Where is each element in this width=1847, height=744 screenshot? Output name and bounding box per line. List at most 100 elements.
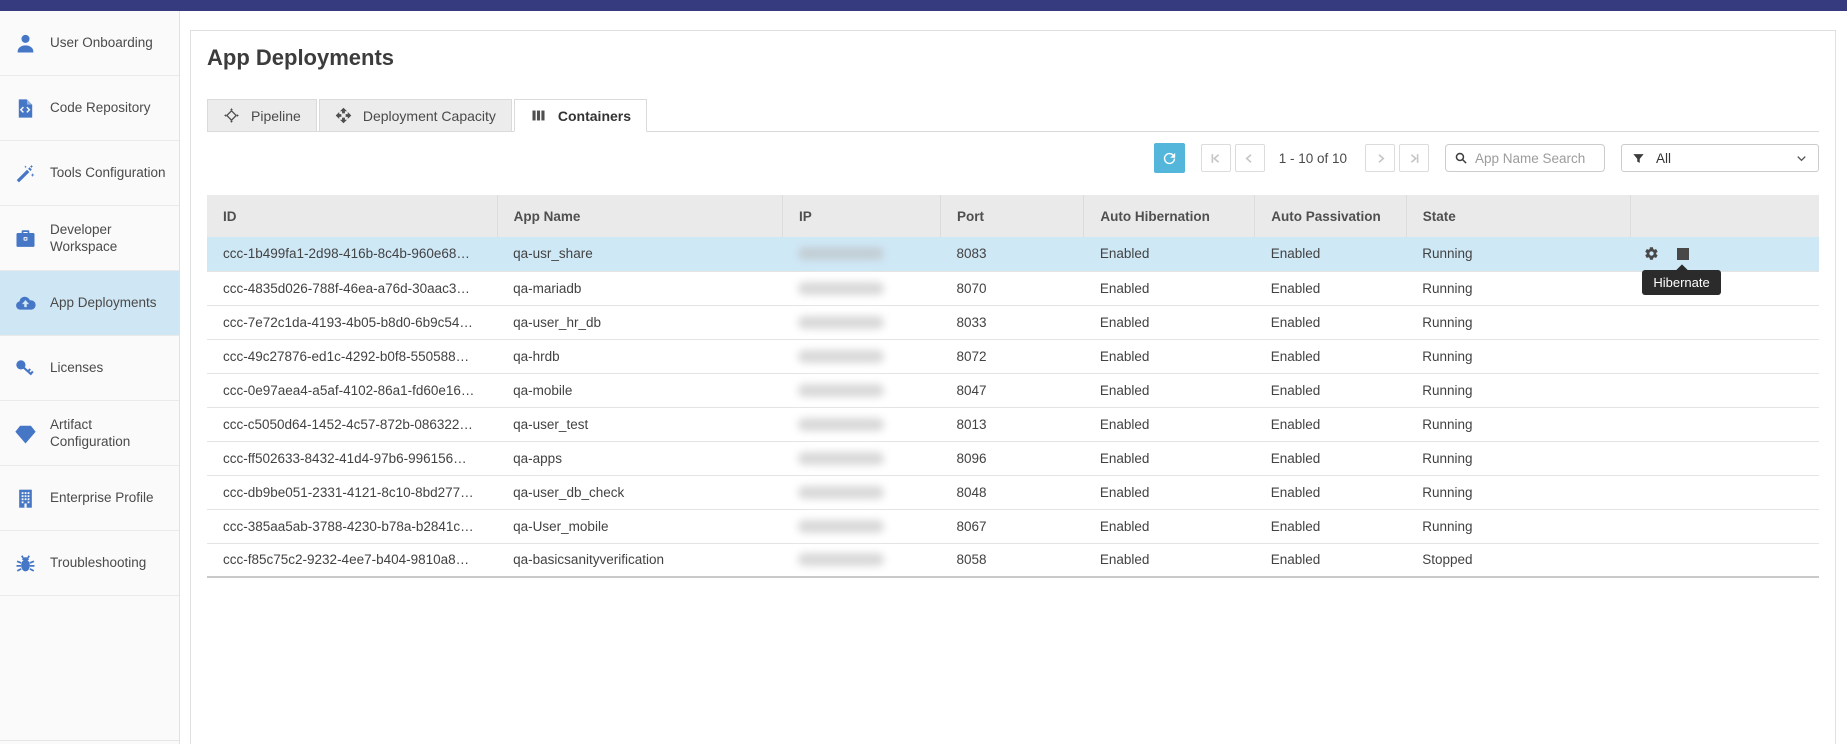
cell-auto-passivation: Enabled — [1255, 441, 1407, 475]
sidebar-item-enterprise-profile[interactable]: Enterprise Profile — [0, 466, 179, 531]
table-toolbar: 1 - 10 of 10 All — [207, 143, 1819, 173]
sidebar-item-tools-configuration[interactable]: Tools Configuration — [0, 141, 179, 206]
cell-state: Running — [1406, 407, 1630, 441]
cell-app-name: qa-user_db_check — [497, 475, 782, 509]
sidebar-item-app-deployments[interactable]: App Deployments — [0, 271, 179, 336]
cell-port: 8067 — [940, 509, 1083, 543]
sidebar-item-artifact-configuration[interactable]: Artifact Configuration — [0, 401, 179, 466]
bug-icon — [14, 552, 37, 575]
settings-gear-icon[interactable] — [1644, 246, 1659, 261]
cell-ip — [782, 271, 940, 305]
table-row[interactable]: ccc-c5050d64-1452-4c57-872b-086322… qa-u… — [207, 407, 1819, 441]
cell-app-name: qa-basicsanityverification — [497, 543, 782, 577]
cell-state: Running — [1406, 509, 1630, 543]
building-icon — [14, 487, 37, 510]
cell-port: 8013 — [940, 407, 1083, 441]
first-page-button[interactable] — [1201, 144, 1231, 172]
magic-wand-icon — [14, 162, 37, 185]
cell-auto-hibernation: Enabled — [1084, 407, 1255, 441]
cell-auto-hibernation: Enabled — [1084, 441, 1255, 475]
cell-ip — [782, 339, 940, 373]
next-page-button[interactable] — [1365, 144, 1395, 172]
sidebar-item-label: Artifact Configuration — [50, 416, 169, 451]
ip-redacted-value — [798, 486, 884, 499]
diamond-icon — [14, 422, 37, 445]
cell-state: Running — [1406, 441, 1630, 475]
refresh-button[interactable] — [1154, 143, 1185, 173]
pipeline-icon — [223, 107, 240, 124]
cell-actions — [1630, 373, 1819, 407]
cell-port: 8083 — [940, 237, 1083, 271]
table-row[interactable]: ccc-1b499fa1-2d98-416b-8c4b-960e68… qa-u… — [207, 237, 1819, 271]
cell-id: ccc-1b499fa1-2d98-416b-8c4b-960e68… — [207, 237, 497, 271]
column-header-id: ID — [207, 195, 497, 237]
move-arrows-icon — [335, 107, 352, 124]
cell-auto-passivation: Enabled — [1255, 373, 1407, 407]
table-row[interactable]: ccc-ff502633-8432-41d4-97b6-996156… qa-a… — [207, 441, 1819, 475]
cell-auto-passivation: Enabled — [1255, 271, 1407, 305]
cell-auto-hibernation: Enabled — [1084, 305, 1255, 339]
previous-page-button[interactable] — [1235, 144, 1265, 172]
cell-app-name: qa-apps — [497, 441, 782, 475]
table-row[interactable]: ccc-db9be051-2331-4121-8c10-8bd277… qa-u… — [207, 475, 1819, 509]
key-icon — [14, 357, 37, 380]
tab-label: Deployment Capacity — [363, 108, 496, 124]
cell-app-name: qa-user_hr_db — [497, 305, 782, 339]
column-header-state: State — [1406, 195, 1630, 237]
sidebar-item-label: Code Repository — [50, 99, 151, 116]
cell-auto-hibernation: Enabled — [1084, 475, 1255, 509]
last-page-icon — [1407, 151, 1422, 166]
cell-state: Running — [1406, 271, 1630, 305]
sidebar-item-code-repository[interactable]: Code Repository — [0, 76, 179, 141]
sidebar-item-troubleshooting[interactable]: Troubleshooting — [0, 531, 179, 596]
table-row[interactable]: ccc-7e72c1da-4193-4b05-b8d0-6b9c54… qa-u… — [207, 305, 1819, 339]
ip-redacted-value — [798, 384, 884, 397]
row-actions: Hibernate — [1644, 246, 1819, 261]
main-content: App Deployments Pipeline Deployment Capa… — [190, 30, 1836, 744]
refresh-icon — [1161, 150, 1178, 167]
cell-actions — [1630, 543, 1819, 577]
cell-id: ccc-4835d026-788f-46ea-a76d-30aac3… — [207, 271, 497, 305]
hibernate-stop-icon[interactable] — [1677, 248, 1689, 260]
tab-pipeline[interactable]: Pipeline — [207, 99, 317, 132]
sidebar-item-developer-workspace[interactable]: Developer Workspace — [0, 206, 179, 271]
cell-app-name: qa-User_mobile — [497, 509, 782, 543]
pagination-range-label: 1 - 10 of 10 — [1279, 151, 1347, 166]
column-header-port: Port — [940, 195, 1083, 237]
table-row[interactable]: ccc-4835d026-788f-46ea-a76d-30aac3… qa-m… — [207, 271, 1819, 305]
sidebar-item-label: User Onboarding — [50, 34, 153, 51]
cell-state: Running — [1406, 305, 1630, 339]
cell-port: 8058 — [940, 543, 1083, 577]
table-row[interactable]: ccc-0e97aea4-a5af-4102-86a1-fd60e16… qa-… — [207, 373, 1819, 407]
sidebar-item-user-onboarding[interactable]: User Onboarding — [0, 11, 179, 76]
tab-deployment-capacity[interactable]: Deployment Capacity — [319, 99, 512, 132]
cell-id: ccc-0e97aea4-a5af-4102-86a1-fd60e16… — [207, 373, 497, 407]
filter-selected-value: All — [1656, 151, 1671, 166]
cell-state: Running — [1406, 373, 1630, 407]
last-page-button[interactable] — [1399, 144, 1429, 172]
app-name-search-input[interactable] — [1475, 151, 1596, 166]
cell-id: ccc-385aa5ab-3788-4230-b78a-b2841c… — [207, 509, 497, 543]
hibernate-tooltip: Hibernate — [1642, 270, 1720, 295]
cell-port: 8048 — [940, 475, 1083, 509]
table-row[interactable]: ccc-f85c75c2-9232-4ee7-b404-9810a8… qa-b… — [207, 543, 1819, 577]
table-row[interactable]: ccc-385aa5ab-3788-4230-b78a-b2841c… qa-U… — [207, 509, 1819, 543]
sidebar-item-label: Enterprise Profile — [50, 489, 154, 506]
sidebar-item-label: Licenses — [50, 359, 103, 376]
cell-auto-passivation: Enabled — [1255, 475, 1407, 509]
table-header: ID App Name IP Port Auto Hibernation Aut… — [207, 195, 1819, 237]
cell-ip — [782, 373, 940, 407]
bars-icon — [530, 107, 547, 124]
cell-ip — [782, 543, 940, 577]
cell-app-name: qa-usr_share — [497, 237, 782, 271]
top-navigation-bar — [0, 0, 1847, 11]
tab-containers[interactable]: Containers — [514, 99, 647, 132]
chevron-left-icon — [1242, 151, 1257, 166]
table-row[interactable]: ccc-49c27876-ed1c-4292-b0f8-550588… qa-h… — [207, 339, 1819, 373]
sidebar: User Onboarding Code Repository Tools Co… — [0, 11, 180, 744]
cell-id: ccc-c5050d64-1452-4c57-872b-086322… — [207, 407, 497, 441]
ip-redacted-value — [798, 452, 884, 465]
filter-dropdown[interactable]: All — [1621, 144, 1819, 172]
sidebar-item-licenses[interactable]: Licenses — [0, 336, 179, 401]
cell-state: Stopped — [1406, 543, 1630, 577]
